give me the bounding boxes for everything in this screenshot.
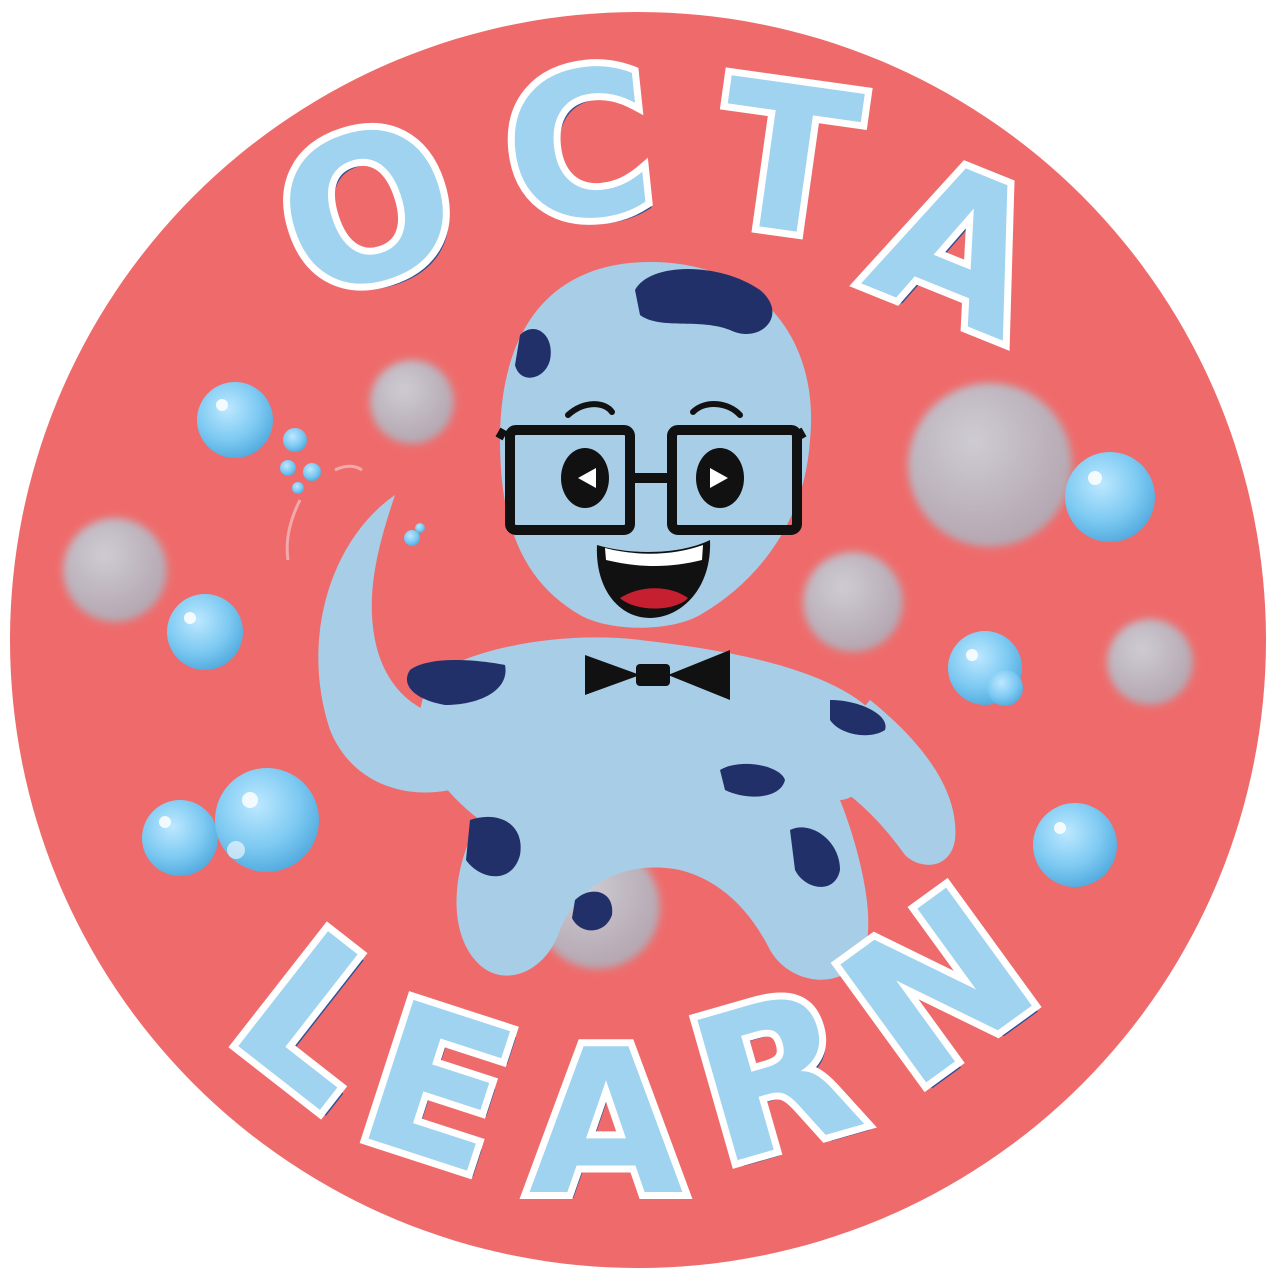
logo-artwork: O O C C T T A A L L E E A A R R N N: [10, 12, 1266, 1268]
letter-c-main: C: [494, 24, 664, 271]
letter-a2-main: A: [529, 1007, 684, 1240]
octa-learn-logo: O O C C T T A A L L E E A A R R N N: [0, 0, 1276, 1280]
